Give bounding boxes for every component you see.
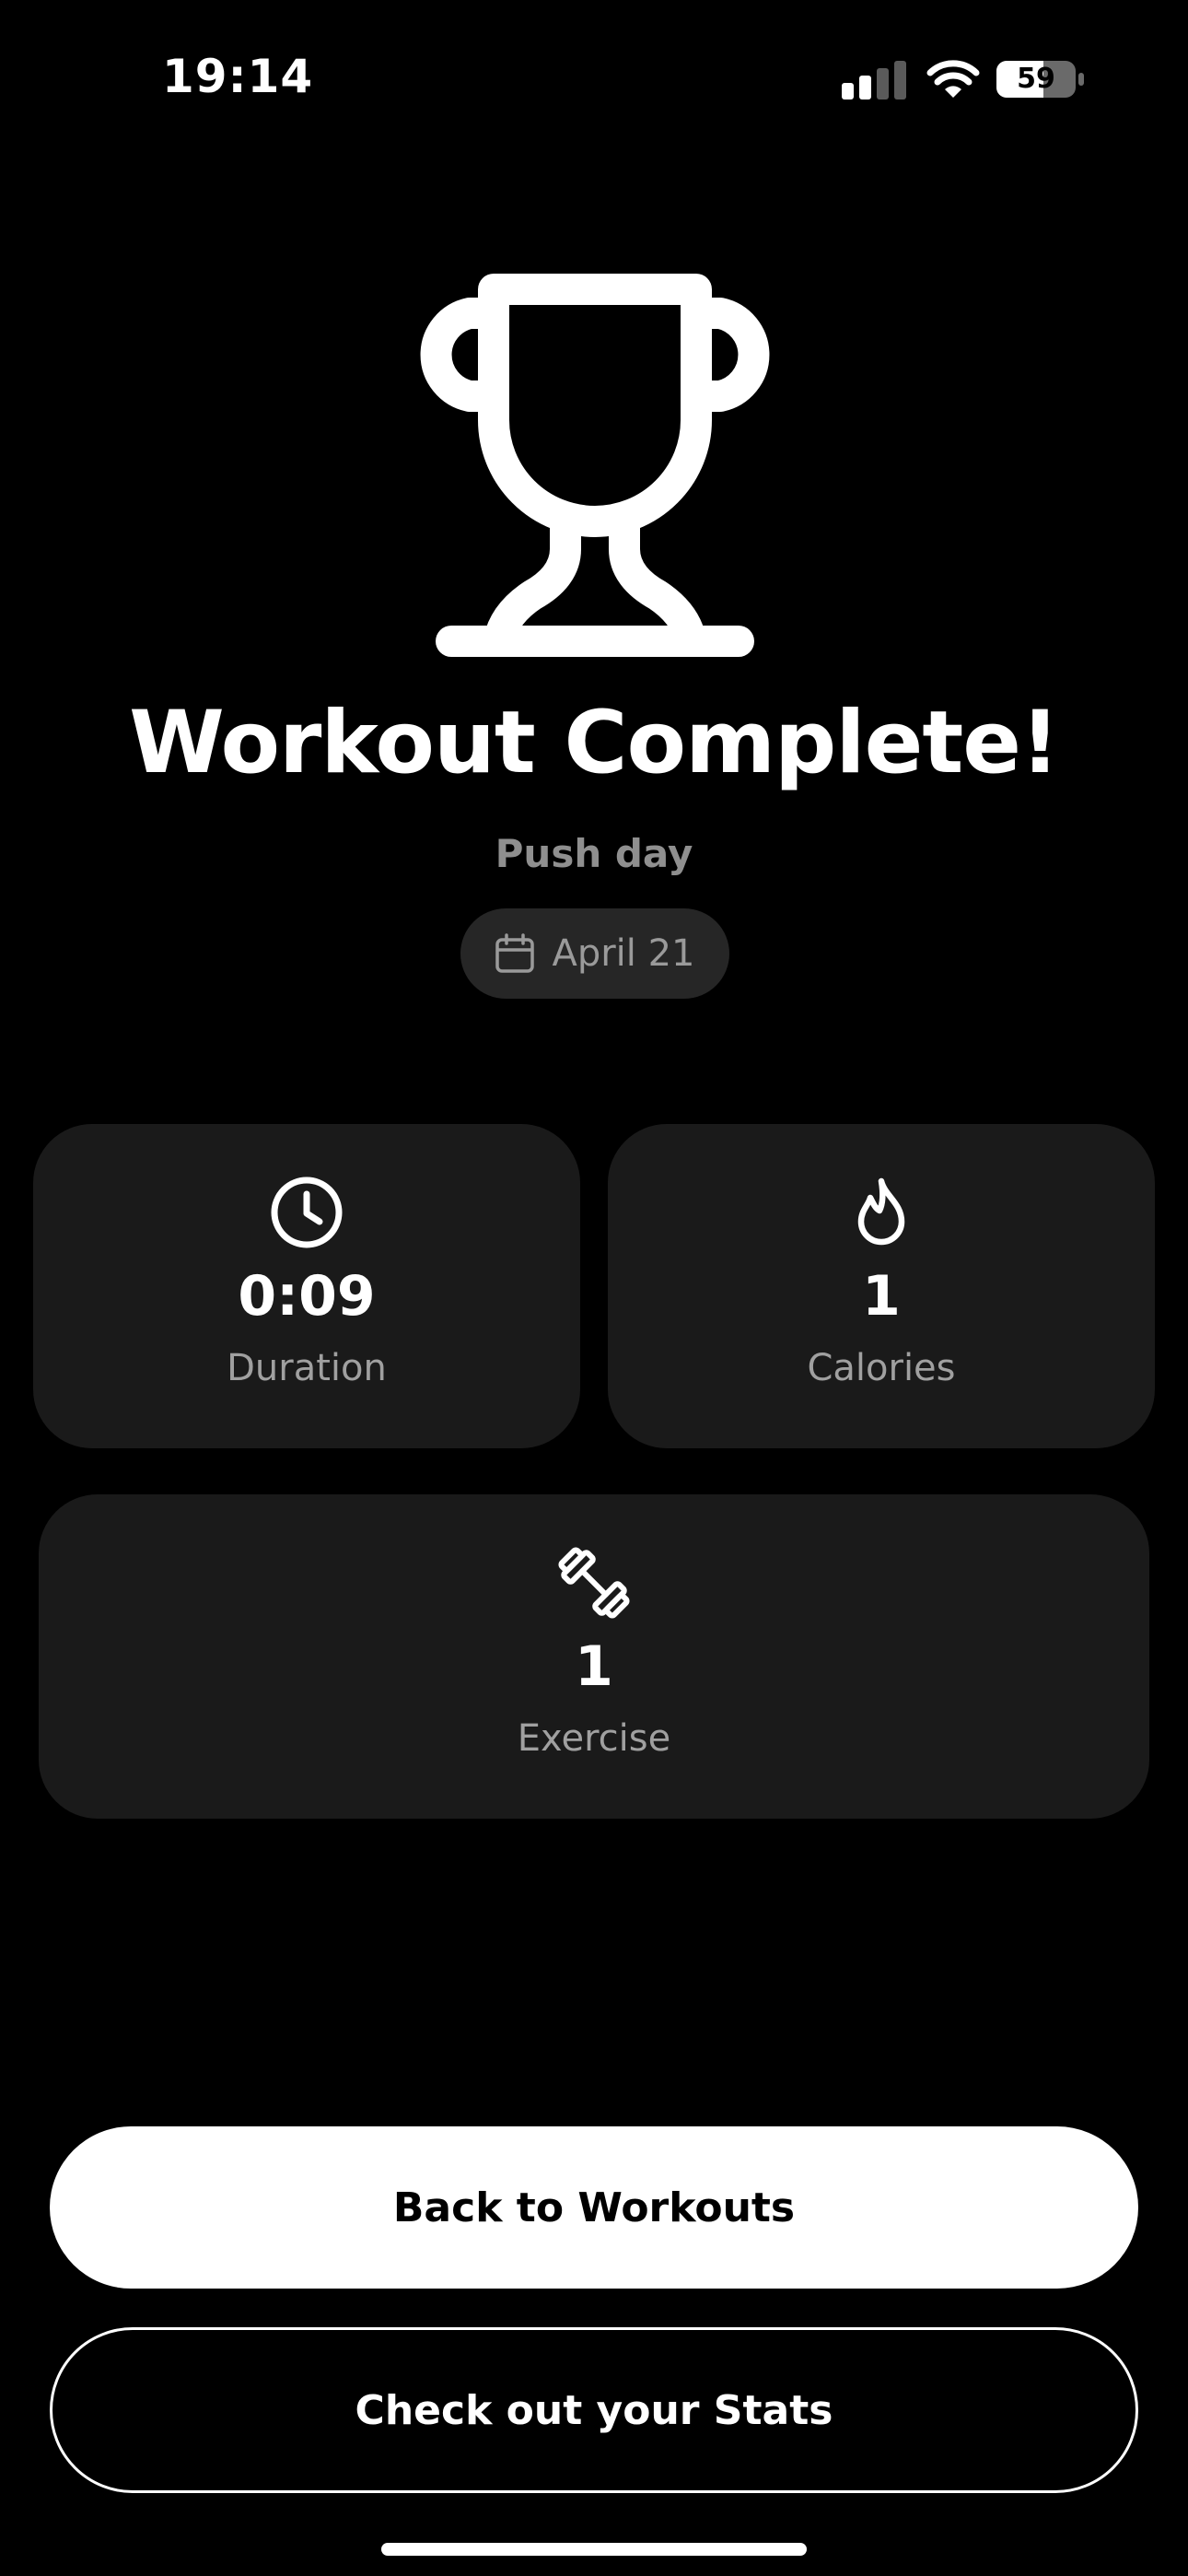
back-to-workouts-button[interactable]: Back to Workouts [50, 2126, 1138, 2289]
check-stats-button[interactable]: Check out your Stats [50, 2327, 1138, 2493]
battery-level: 59 [1017, 63, 1055, 95]
trophy-icon [420, 274, 770, 657]
date-text: April 21 [552, 932, 695, 975]
status-time: 19:14 [162, 50, 314, 103]
completion-title: Workout Complete! [129, 693, 1060, 793]
calories-value: 1 [862, 1264, 901, 1329]
exercise-card: 1 Exercise [39, 1494, 1149, 1819]
cellular-signal-icon [842, 61, 906, 100]
workout-name: Push day [495, 831, 693, 876]
calories-label: Calories [807, 1347, 956, 1389]
date-badge: April 21 [460, 908, 729, 999]
duration-value: 0:09 [238, 1264, 376, 1329]
battery-indicator: 59 [996, 57, 1085, 101]
duration-card: 0:09 Duration [33, 1124, 580, 1448]
dumbbell-icon [558, 1547, 630, 1619]
exercise-label: Exercise [517, 1717, 671, 1760]
exercise-value: 1 [575, 1634, 613, 1699]
calendar-icon [495, 933, 535, 973]
flame-icon [857, 1177, 905, 1246]
clock-icon [271, 1177, 343, 1248]
duration-label: Duration [227, 1347, 387, 1389]
wifi-icon [926, 60, 980, 98]
home-indicator[interactable] [381, 2543, 807, 2556]
calories-card: 1 Calories [608, 1124, 1155, 1448]
